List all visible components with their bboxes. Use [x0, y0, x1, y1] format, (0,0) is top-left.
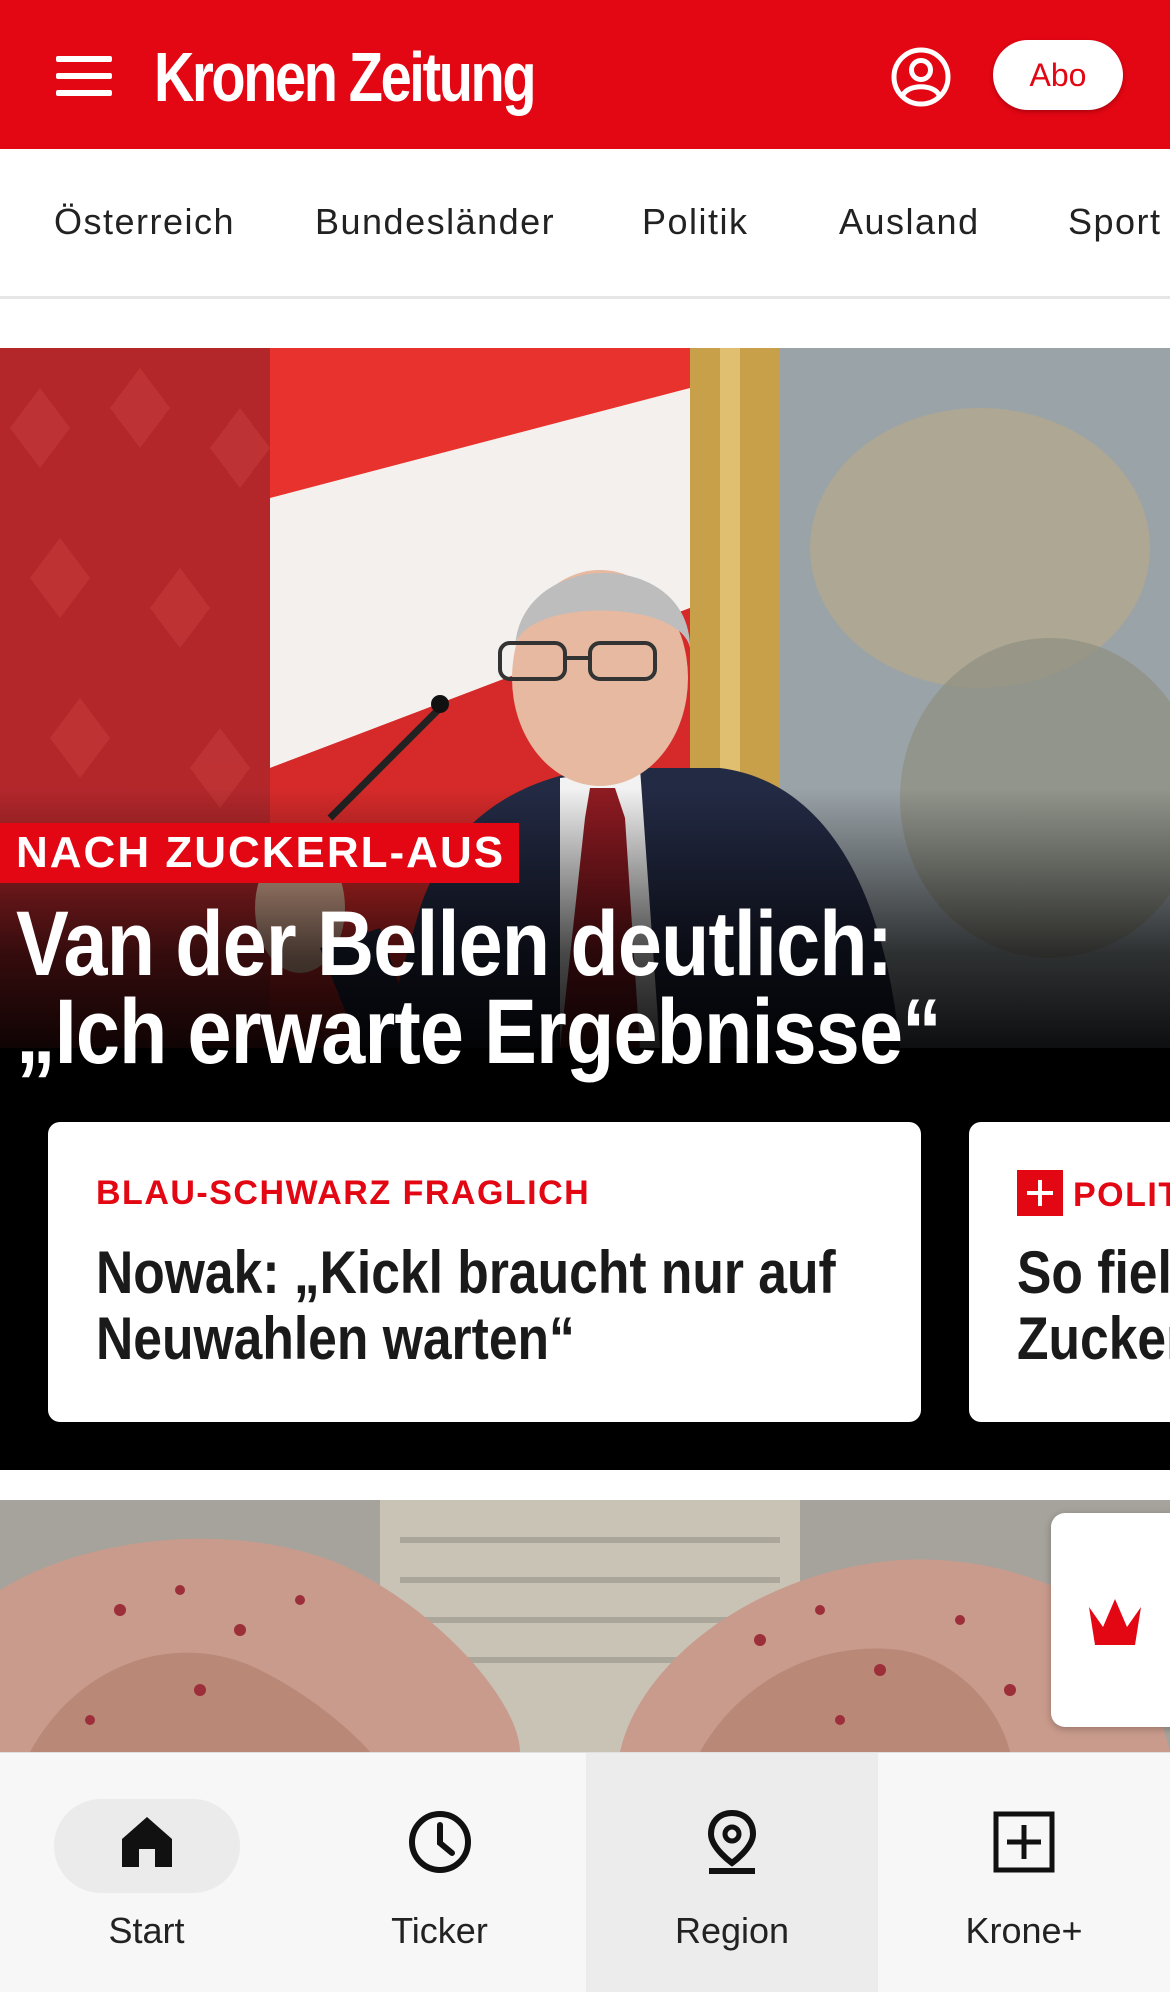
nav-region[interactable]: Region: [586, 1753, 878, 1992]
crown-icon: [1089, 1599, 1141, 1645]
category-oesterreich[interactable]: Österreich: [54, 201, 235, 243]
category-nav: Österreich Bundesländer Politik Ausland …: [0, 149, 1170, 299]
nav-ticker[interactable]: Ticker: [293, 1753, 586, 1992]
article-image[interactable]: [0, 1500, 1170, 1752]
teaser-card[interactable]: BLAU-SCHWARZ FRAGLICH Nowak: „Kickl brau…: [48, 1122, 921, 1422]
teaser-kicker: POLIT: [1017, 1170, 1170, 1220]
krone-floating-button[interactable]: [1051, 1513, 1170, 1727]
app-header: Kronen Zeitung Abo: [0, 0, 1170, 149]
teaser-title: Nowak: „Kickl braucht nur auf Neuwahlen …: [96, 1239, 836, 1372]
hero-article[interactable]: NACH ZUCKERL-AUS Van der Bellen deutlich…: [0, 348, 1170, 1470]
category-politik[interactable]: Politik: [642, 201, 749, 243]
nav-start[interactable]: Start: [0, 1753, 293, 1992]
user-account-icon[interactable]: [890, 46, 952, 108]
clock-icon: [405, 1807, 475, 1877]
hero-kicker: NACH ZUCKERL-AUS: [0, 823, 520, 883]
krone-plus-icon: [1017, 1170, 1063, 1216]
plus-square-icon: [989, 1807, 1059, 1877]
abo-button[interactable]: Abo: [993, 40, 1123, 110]
bottom-nav: Start Ticker Region Krone+: [0, 1752, 1170, 1992]
menu-icon[interactable]: [56, 56, 112, 96]
home-icon: [112, 1807, 182, 1877]
category-sport[interactable]: Sport: [1068, 201, 1162, 243]
logo[interactable]: Kronen Zeitung: [154, 36, 537, 118]
category-bundeslaender[interactable]: Bundesländer: [315, 201, 555, 243]
teaser-kicker: BLAU-SCHWARZ FRAGLICH: [96, 1174, 591, 1212]
teaser-title: So fiel Zucker: [1017, 1239, 1170, 1372]
nav-krone-plus[interactable]: Krone+: [878, 1753, 1170, 1992]
hero-headline[interactable]: Van der Bellen deutlich: „Ich erwarte Er…: [16, 898, 988, 1078]
category-ausland[interactable]: Ausland: [839, 201, 980, 243]
location-pin-icon: [697, 1807, 767, 1877]
teaser-card[interactable]: POLIT So fiel Zucker: [969, 1122, 1170, 1422]
